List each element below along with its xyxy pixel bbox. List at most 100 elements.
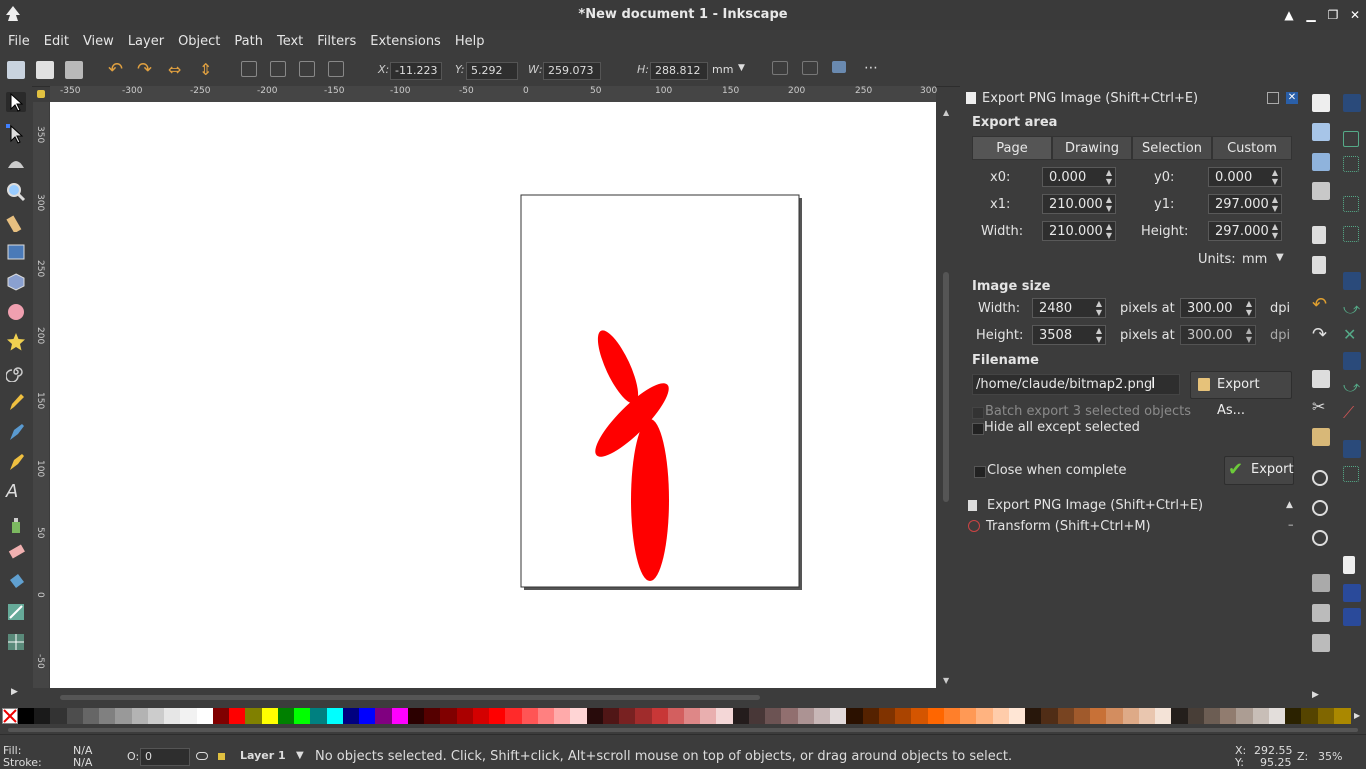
units-select[interactable]: mm — [1242, 252, 1267, 267]
color-swatch[interactable] — [554, 708, 572, 724]
color-swatch[interactable] — [456, 708, 474, 724]
chevron-down-icon[interactable]: ▼ — [738, 63, 745, 73]
stroke-value[interactable]: N/A — [73, 756, 92, 769]
color-swatch[interactable] — [212, 708, 230, 724]
zoom-field[interactable]: 35% — [1318, 750, 1342, 763]
drawing-canvas[interactable] — [50, 102, 936, 688]
collapse-dash-icon[interactable]: – — [1288, 518, 1294, 531]
color-swatch[interactable] — [570, 708, 588, 724]
color-swatch[interactable] — [651, 708, 669, 724]
color-swatch[interactable] — [1252, 708, 1270, 724]
measure-tool-icon[interactable] — [6, 212, 26, 234]
snap-center-icon[interactable] — [1343, 466, 1359, 482]
color-swatch[interactable] — [359, 708, 377, 724]
zoom-tool-icon[interactable] — [6, 182, 26, 202]
x1-field[interactable]: 210.000 ▲ ▼ — [1042, 194, 1116, 214]
w-field[interactable]: 259.073 — [543, 62, 601, 80]
select-all-icon[interactable] — [7, 61, 25, 79]
x-field[interactable]: -11.223 — [390, 62, 442, 80]
docked-panel-transform[interactable]: Transform (Shift+Ctrl+M) – — [964, 516, 1294, 536]
color-swatch[interactable] — [1073, 708, 1091, 724]
color-swatch[interactable] — [82, 708, 100, 724]
color-swatch[interactable] — [196, 708, 214, 724]
color-swatch[interactable] — [684, 708, 701, 724]
no-paint-swatch[interactable] — [2, 708, 18, 724]
snap-bbox-corner-icon[interactable] — [1343, 196, 1359, 212]
snap-smooth-icon[interactable]: ⤻ — [1343, 378, 1361, 396]
color-swatch[interactable] — [164, 708, 182, 724]
color-swatch[interactable] — [1138, 708, 1156, 724]
zoom-page-icon[interactable] — [1312, 530, 1328, 546]
spin-arrows-icon[interactable]: ▲ ▼ — [1106, 168, 1112, 186]
spiral-tool-icon[interactable] — [5, 362, 26, 383]
collapse-arrow-icon[interactable]: ▲ — [1286, 500, 1293, 510]
zoom-drawing-icon[interactable] — [1312, 500, 1328, 516]
color-swatch[interactable] — [1220, 708, 1238, 724]
color-swatch[interactable] — [781, 708, 799, 724]
select-all-layers-icon[interactable] — [36, 61, 54, 79]
spin-arrows-icon[interactable]: ▲ ▼ — [1106, 222, 1112, 240]
menu-extensions[interactable]: Extensions — [362, 30, 447, 49]
pencil-tool-icon[interactable] — [6, 392, 26, 412]
color-swatch[interactable] — [310, 708, 328, 724]
color-swatch[interactable] — [1268, 708, 1286, 724]
color-swatch[interactable] — [391, 708, 409, 724]
spin-arrows-icon[interactable]: ▲ ▼ — [1246, 299, 1252, 317]
color-swatch[interactable] — [797, 708, 815, 724]
snap-cusp-icon[interactable] — [1343, 352, 1361, 370]
y1-field[interactable]: 297.000 ▲ ▼ — [1208, 194, 1282, 214]
color-swatch[interactable] — [440, 708, 458, 724]
menu-layer[interactable]: Layer — [120, 30, 170, 49]
deselect-icon[interactable] — [65, 61, 83, 79]
vertical-scrollbar[interactable] — [937, 102, 955, 688]
menu-file[interactable]: File — [0, 30, 36, 49]
snap-grid-icon[interactable] — [1343, 584, 1361, 602]
3d-box-tool-icon[interactable] — [6, 272, 26, 292]
red-ellipse-3[interactable] — [631, 419, 669, 581]
snap-path-icon[interactable]: ⤻ — [1343, 300, 1361, 318]
new-document-icon[interactable] — [1312, 94, 1330, 112]
color-swatch[interactable] — [1333, 708, 1351, 724]
spin-arrows-icon[interactable]: ▲ ▼ — [1106, 195, 1112, 213]
color-swatch[interactable] — [943, 708, 961, 724]
unlink-clone-icon[interactable] — [1312, 634, 1330, 652]
color-swatch[interactable] — [765, 708, 783, 724]
star-tool-icon[interactable] — [6, 332, 26, 352]
color-swatch[interactable] — [131, 708, 149, 724]
dpi-width-field[interactable]: 300.00 ▲ ▼ — [1180, 298, 1256, 318]
scroll-up-arrow-icon[interactable]: ▲ — [943, 108, 949, 117]
raise-icon[interactable] — [270, 61, 286, 77]
more-options-icon[interactable]: ⋯ — [864, 61, 882, 79]
pen-tool-icon[interactable] — [6, 422, 26, 442]
color-swatch[interactable] — [505, 708, 523, 724]
snap-bbox-edge-icon[interactable] — [1343, 156, 1359, 172]
selector-tool-icon[interactable] — [6, 92, 26, 112]
close-when-complete-checkbox[interactable] — [974, 466, 986, 478]
paste-icon[interactable] — [1312, 428, 1330, 446]
color-swatch[interactable] — [1090, 708, 1108, 724]
copy-icon[interactable] — [1312, 370, 1330, 388]
scroll-thumb[interactable] — [8, 728, 1358, 732]
node-tool-icon[interactable] — [6, 124, 26, 144]
close-icon[interactable]: ✕ — [1286, 92, 1298, 104]
maximize-button[interactable]: ❐ — [1325, 7, 1341, 23]
color-swatch[interactable] — [635, 708, 653, 724]
color-swatch[interactable] — [1301, 708, 1319, 724]
y0-field[interactable]: 0.000 ▲ ▼ — [1208, 167, 1282, 187]
color-swatch[interactable] — [407, 708, 425, 724]
color-swatch[interactable] — [667, 708, 685, 724]
cut-icon[interactable]: ✂ — [1312, 398, 1330, 416]
color-swatch[interactable] — [342, 708, 360, 724]
lower-to-bottom-icon[interactable] — [328, 61, 344, 77]
x0-field[interactable]: 0.000 ▲ ▼ — [1042, 167, 1116, 187]
color-swatch[interactable] — [326, 708, 344, 724]
snap-midpoint-icon[interactable]: ⟋ — [1343, 404, 1361, 422]
color-swatch[interactable] — [700, 708, 718, 724]
color-swatch[interactable] — [34, 708, 52, 724]
color-swatch[interactable] — [50, 708, 68, 724]
color-swatch[interactable] — [911, 708, 929, 724]
menu-view[interactable]: View — [75, 30, 120, 49]
snap-toggle-icon[interactable] — [1343, 94, 1361, 112]
color-swatch[interactable] — [1057, 708, 1075, 724]
color-swatch[interactable] — [846, 708, 864, 724]
